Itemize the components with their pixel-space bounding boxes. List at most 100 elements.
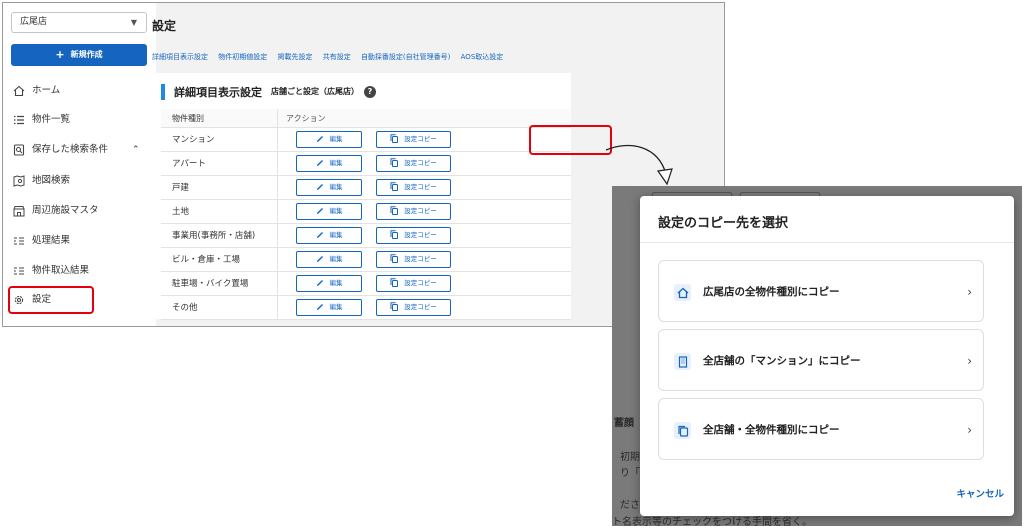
edit-button[interactable]: 編集 bbox=[296, 131, 362, 148]
edit-button-label: 編集 bbox=[329, 135, 343, 143]
plus-icon: + bbox=[55, 48, 65, 61]
store-select[interactable]: 広尾店 ▼ bbox=[11, 12, 147, 33]
new-create-button[interactable]: + 新規作成 bbox=[11, 44, 147, 66]
edit-button[interactable]: 編集 bbox=[296, 251, 362, 268]
new-create-label: 新規作成 bbox=[70, 50, 103, 59]
copy-option-label: 広尾店の全物件種別にコピー bbox=[703, 286, 840, 298]
pencil-icon bbox=[316, 254, 324, 269]
pencil-icon bbox=[316, 158, 324, 173]
sidebar-item-label: 物件一覧 bbox=[32, 114, 71, 125]
copy-button-label: 設定コピー bbox=[404, 135, 437, 143]
sidebar-item-saved-search[interactable]: 保存した検索条件 ⌃ bbox=[12, 140, 152, 160]
property-type-label: 戸建 bbox=[172, 183, 190, 193]
tab-detail-display[interactable]: 詳細項目表示設定 bbox=[152, 53, 208, 61]
copy-icon bbox=[390, 302, 399, 317]
table-row: 土地 編集 設定コピー bbox=[161, 200, 571, 224]
facility-icon bbox=[12, 204, 26, 218]
chevron-right-icon: › bbox=[967, 354, 972, 368]
background-text: 蓄顔 bbox=[614, 418, 634, 429]
sidebar-item-facility-master[interactable]: 周辺施設マスタ bbox=[12, 201, 99, 221]
copy-icon bbox=[390, 278, 399, 293]
sidebar-item-process-results[interactable]: 処理結果 bbox=[12, 231, 70, 251]
property-type-label: 土地 bbox=[172, 207, 190, 217]
copy-settings-button[interactable]: 設定コピー bbox=[376, 203, 451, 220]
section-subtitle: 店舗ごと設定（広尾店） bbox=[271, 87, 359, 96]
background-text: 初期 bbox=[620, 452, 640, 463]
property-type-table: 物件種別 アクション マンション 編集 設定コピー アパート 編集 設定コピー 戸建 編集 設定… bbox=[161, 109, 571, 320]
pencil-icon bbox=[316, 182, 324, 197]
sidebar-item-label: 保存した検索条件 bbox=[32, 144, 109, 155]
property-type-label: 駐車場・バイク置場 bbox=[172, 279, 249, 289]
edit-button[interactable]: 編集 bbox=[296, 227, 362, 244]
copy-settings-button[interactable]: 設定コピー bbox=[376, 251, 451, 268]
copy-button-label: 設定コピー bbox=[404, 303, 437, 311]
table-row: 戸建 編集 設定コピー bbox=[161, 176, 571, 200]
section-header: 詳細項目表示設定 店舗ごと設定（広尾店） ? bbox=[161, 83, 376, 100]
sidebar-item-import-results[interactable]: 物件取込結果 bbox=[12, 261, 89, 281]
pencil-icon bbox=[316, 302, 324, 317]
page-title: 設定 bbox=[152, 19, 177, 33]
import-result-icon bbox=[12, 264, 26, 278]
copy-option-all-stores-all-types[interactable]: 全店舗・全物件種別にコピー › bbox=[658, 398, 984, 460]
tab-aos-import[interactable]: AOS取込設定 bbox=[461, 53, 504, 61]
sidebar-item-home[interactable]: ホーム bbox=[12, 81, 60, 101]
tab-sharing[interactable]: 共有設定 bbox=[323, 53, 351, 61]
copy-dialog-screenshot: 蓄顔 初期 り「 ださ ト名表示等のチェックをつける手間を省く。 設定のコピー先… bbox=[612, 186, 1022, 526]
building-icon bbox=[674, 353, 691, 370]
column-header-action: アクション bbox=[286, 114, 326, 123]
copy-icon bbox=[390, 158, 399, 173]
copy-button-label: 設定コピー bbox=[404, 255, 437, 263]
edit-button[interactable]: 編集 bbox=[296, 275, 362, 292]
sidebar-item-property-list[interactable]: 物件一覧 bbox=[12, 110, 70, 130]
copy-settings-button[interactable]: 設定コピー bbox=[376, 179, 451, 196]
column-header-type: 物件種別 bbox=[172, 114, 204, 123]
table-row: 駐車場・バイク置場 編集 設定コピー bbox=[161, 272, 571, 296]
copy-option-all-stores-mansion[interactable]: 全店舗の「マンション」にコピー › bbox=[658, 329, 984, 391]
edit-button-label: 編集 bbox=[329, 279, 343, 287]
saved-search-icon bbox=[12, 143, 26, 157]
edit-button[interactable]: 編集 bbox=[296, 203, 362, 220]
settings-card: 詳細項目表示設定 店舗ごと設定（広尾店） ? 物件種別 アクション マンション編… bbox=[151, 73, 571, 320]
table-row: その他 編集 設定コピー bbox=[161, 296, 571, 320]
copy-button-label: 設定コピー bbox=[404, 231, 437, 239]
map-search-icon bbox=[12, 174, 26, 188]
copy-settings-button[interactable]: 設定コピー bbox=[376, 275, 451, 292]
chevron-down-icon: ▼ bbox=[130, 18, 137, 27]
copy-option-label: 全店舗の「マンション」にコピー bbox=[703, 355, 861, 367]
store-icon bbox=[674, 284, 691, 301]
chevron-right-icon: › bbox=[967, 285, 972, 299]
copy-icon bbox=[390, 182, 399, 197]
property-type-label: アパート bbox=[172, 159, 206, 169]
chevron-up-icon[interactable]: ⌃ bbox=[132, 140, 140, 160]
pencil-icon bbox=[316, 278, 324, 293]
copy-option-store-all-types[interactable]: 広尾店の全物件種別にコピー › bbox=[658, 260, 984, 322]
edit-button-label: 編集 bbox=[329, 159, 343, 167]
copy-destination-dialog: 設定のコピー先を選択 広尾店の全物件種別にコピー › 全店舗の「マンション」にコ… bbox=[640, 196, 1014, 516]
edit-button-label: 編集 bbox=[329, 303, 343, 311]
copy-settings-button[interactable]: 設定コピー bbox=[376, 131, 451, 148]
copy-settings-button[interactable]: 設定コピー bbox=[376, 299, 451, 316]
store-select-value: 広尾店 bbox=[20, 17, 48, 27]
copy-settings-button[interactable]: 設定コピー bbox=[376, 155, 451, 172]
sidebar-item-label: 地図検索 bbox=[32, 175, 71, 186]
tab-auto-numbering[interactable]: 自動採番設定(自社管理番号) bbox=[361, 53, 450, 61]
column-divider bbox=[277, 109, 278, 319]
copy-icon bbox=[674, 422, 691, 439]
copy-settings-button[interactable]: 設定コピー bbox=[376, 227, 451, 244]
tab-initial-values[interactable]: 物件初期値設定 bbox=[218, 53, 267, 61]
edit-button[interactable]: 編集 bbox=[296, 155, 362, 172]
copy-icon bbox=[390, 254, 399, 269]
settings-tabs: 詳細項目表示設定 物件初期値設定 掲載先設定 共有設定 自動採番設定(自社管理番… bbox=[152, 52, 511, 62]
copy-option-label: 全店舗・全物件種別にコピー bbox=[703, 424, 840, 436]
edit-button[interactable]: 編集 bbox=[296, 179, 362, 196]
sidebar-item-label: 物件取込結果 bbox=[32, 265, 90, 276]
cancel-button[interactable]: キャンセル bbox=[956, 486, 1004, 500]
edit-button[interactable]: 編集 bbox=[296, 299, 362, 316]
sidebar-item-map-search[interactable]: 地図検索 bbox=[12, 171, 70, 191]
property-type-label: 事業用(事務所・店舗) bbox=[172, 231, 256, 241]
settings-highlight-box bbox=[8, 286, 94, 314]
edit-button-label: 編集 bbox=[329, 183, 343, 191]
help-icon[interactable]: ? bbox=[364, 85, 376, 98]
table-row: 事業用(事務所・店舗) 編集 設定コピー bbox=[161, 224, 571, 248]
tab-listing-destination[interactable]: 掲載先設定 bbox=[277, 53, 312, 61]
